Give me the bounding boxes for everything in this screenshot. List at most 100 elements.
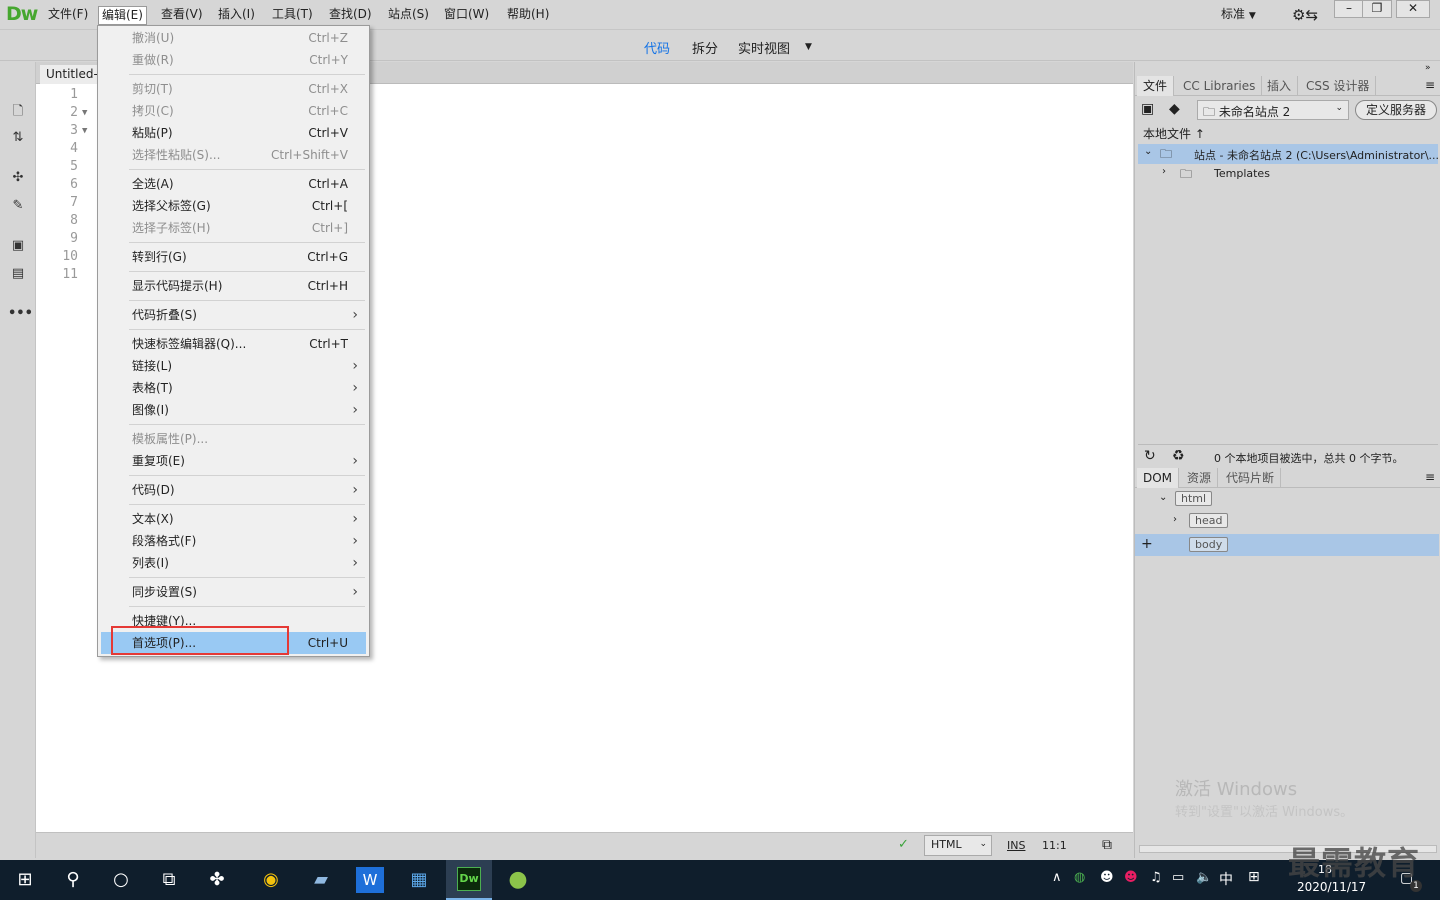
local-files-header[interactable]: 本地文件 ↑	[1143, 125, 1205, 142]
more-icon[interactable]: •••	[8, 306, 33, 324]
menu-item-link[interactable]: 链接(L) ›	[101, 355, 366, 377]
menu-item-undo[interactable]: 撤消(U) Ctrl+Z	[101, 27, 366, 49]
menu-find[interactable]: 查找(D)	[326, 6, 375, 25]
format-icon[interactable]: ✎	[8, 198, 28, 216]
panel-menu-icon[interactable]: ≡	[1425, 470, 1435, 484]
insert-mode[interactable]: INS	[1007, 839, 1025, 852]
fold-arrow-icon[interactable]: ▼	[82, 108, 87, 118]
menu-window[interactable]: 窗口(W)	[441, 6, 492, 25]
tab-assets[interactable]: 资源	[1181, 468, 1219, 488]
menu-help[interactable]: 帮助(H)	[504, 6, 552, 25]
menu-item-repeating[interactable]: 重复项(E) ›	[101, 450, 366, 472]
windows-start-icon[interactable]: ⊞	[10, 865, 40, 895]
menu-item-select-all[interactable]: 全选(A) Ctrl+A	[101, 173, 366, 195]
qq-icon-2[interactable]: ☻	[1124, 870, 1138, 885]
tab-snippets[interactable]: 代码片断	[1220, 468, 1282, 488]
restore-icon[interactable]: ❐	[1362, 0, 1392, 18]
wps-writer-icon[interactable]: W	[356, 867, 384, 893]
menu-item-cut[interactable]: 剪切(T) Ctrl+X	[101, 78, 366, 100]
dom-node-body[interactable]: body	[1189, 537, 1229, 552]
remove-comment-icon[interactable]: ▤	[8, 266, 28, 284]
add-icon[interactable]: +	[1141, 536, 1153, 552]
menu-item-image[interactable]: 图像(I) ›	[101, 399, 366, 421]
sort-icon[interactable]: ⇅	[8, 130, 28, 148]
define-server-button[interactable]: 定义服务器	[1355, 100, 1437, 120]
collapse-icon[interactable]: »	[1425, 63, 1431, 73]
menu-item-select-child[interactable]: 选择子标签(H) Ctrl+]	[101, 217, 366, 239]
chevron-down-icon[interactable]: ▼	[805, 42, 812, 52]
dom-node-head[interactable]: head	[1189, 513, 1229, 528]
menu-item-paste[interactable]: 粘贴(P) Ctrl+V	[101, 122, 366, 144]
minimize-icon[interactable]: –	[1334, 0, 1364, 18]
chrome-icon[interactable]: ◉	[256, 865, 286, 895]
cortana-icon[interactable]: ○	[106, 865, 136, 895]
menu-file[interactable]: 文件(F)	[45, 6, 91, 25]
ime-indicator[interactable]: 中	[1219, 869, 1233, 889]
site-select[interactable]: 🗀 未命名站点 2 ⌄	[1197, 100, 1349, 120]
preview-icon[interactable]: ⧉	[1102, 837, 1112, 853]
tab-css-designer[interactable]: CSS 设计器	[1300, 76, 1377, 96]
notification-bell-icon[interactable]: ♫	[1150, 870, 1162, 885]
control-panel-icon[interactable]: ▦	[404, 865, 434, 895]
templates-row[interactable]: › 🗀 Templates	[1138, 164, 1438, 184]
workspace-switcher[interactable]: 标准 ▼	[1221, 5, 1256, 22]
green-app-icon[interactable]: ●	[503, 865, 533, 895]
menu-item-paragraph-format[interactable]: 段落格式(F) ›	[101, 530, 366, 552]
sync-settings-icon[interactable]: ⚙⇆	[1292, 6, 1318, 24]
menu-tools[interactable]: 工具(T)	[269, 6, 316, 25]
menu-item-sync-settings[interactable]: 同步设置(S) ›	[101, 581, 366, 603]
chevron-down-icon[interactable]: ⌄	[1159, 492, 1167, 503]
tab-dom[interactable]: DOM	[1137, 468, 1180, 488]
menu-insert[interactable]: 插入(I)	[215, 6, 258, 25]
search-icon[interactable]: ⚲	[58, 865, 88, 895]
keyboard-icon[interactable]: ⊞	[1248, 869, 1260, 885]
fold-arrow-icon[interactable]: ▼	[82, 126, 87, 136]
network-icon[interactable]: ▭	[1172, 870, 1184, 885]
panel-menu-icon[interactable]: ≡	[1425, 78, 1435, 92]
connect-icon[interactable]: ▣	[1141, 101, 1154, 117]
menu-item-select-parent[interactable]: 选择父标签(G) Ctrl+[	[101, 195, 366, 217]
menu-item-shortcut: Ctrl+U	[307, 636, 348, 650]
tab-files[interactable]: 文件	[1137, 76, 1175, 96]
menu-site[interactable]: 站点(S)	[385, 6, 432, 25]
dreamweaver-taskbar-item[interactable]: Dw	[446, 860, 492, 900]
menu-item-template-properties[interactable]: 模板属性(P)...	[101, 428, 366, 450]
task-view-icon[interactable]: ⧉	[154, 865, 184, 895]
chevron-up-icon[interactable]: ∧	[1052, 870, 1062, 885]
menu-item-table[interactable]: 表格(T) ›	[101, 377, 366, 399]
live-view-button[interactable]: 实时视图	[738, 38, 790, 57]
expand-icon[interactable]: ✣	[8, 170, 28, 188]
menu-item-list[interactable]: 列表(I) ›	[101, 552, 366, 574]
chevron-right-icon[interactable]: ›	[1173, 514, 1177, 525]
language-select[interactable]: HTML ⌄	[924, 835, 992, 856]
tab-cc-libraries[interactable]: CC Libraries	[1177, 76, 1263, 96]
comment-icon[interactable]: ▣	[8, 238, 28, 256]
site-root-row[interactable]: ⌄ 🗀 站点 - 未命名站点 2 (C:\Users\Administrator…	[1138, 144, 1439, 164]
pinwheel-app-icon[interactable]: ✤	[202, 865, 232, 895]
refresh-icon[interactable]: ↻	[1144, 448, 1156, 464]
git-icon[interactable]: ◆	[1169, 101, 1180, 117]
menu-item-code-collapse[interactable]: 代码折叠(S) ›	[101, 304, 366, 326]
menu-item-copy[interactable]: 拷贝(C) Ctrl+C	[101, 100, 366, 122]
volume-icon[interactable]: 🔈	[1196, 870, 1212, 885]
menu-item-code[interactable]: 代码(D) ›	[101, 479, 366, 501]
wechat-icon[interactable]: ◍	[1074, 870, 1085, 885]
dom-body-row[interactable]: + body	[1135, 534, 1439, 556]
menu-item-text[interactable]: 文本(X) ›	[101, 508, 366, 530]
menu-item-quick-tag-editor[interactable]: 快速标签编辑器(Q)... Ctrl+T	[101, 333, 366, 355]
split-view-button[interactable]: 拆分	[692, 38, 718, 57]
dom-node-html[interactable]: html	[1175, 491, 1213, 506]
site-icon[interactable]: ♻	[1172, 448, 1185, 464]
notepad-icon[interactable]: ▰	[306, 865, 336, 895]
close-icon[interactable]: ✕	[1396, 0, 1430, 18]
code-view-button[interactable]: 代码	[644, 38, 670, 57]
menu-item-paste-special[interactable]: 选择性粘贴(S)... Ctrl+Shift+V	[101, 144, 366, 166]
file-icon[interactable]: 🗋	[8, 102, 28, 120]
menu-item-code-hints[interactable]: 显示代码提示(H) Ctrl+H	[101, 275, 366, 297]
tab-insert[interactable]: 插入	[1261, 76, 1299, 96]
menu-edit[interactable]: 编辑(E)	[98, 6, 147, 25]
menu-item-redo[interactable]: 重做(R) Ctrl+Y	[101, 49, 366, 71]
menu-view[interactable]: 查看(V)	[158, 6, 206, 25]
menu-item-goto-line[interactable]: 转到行(G) Ctrl+G	[101, 246, 366, 268]
qq-icon[interactable]: ☻	[1100, 870, 1114, 885]
